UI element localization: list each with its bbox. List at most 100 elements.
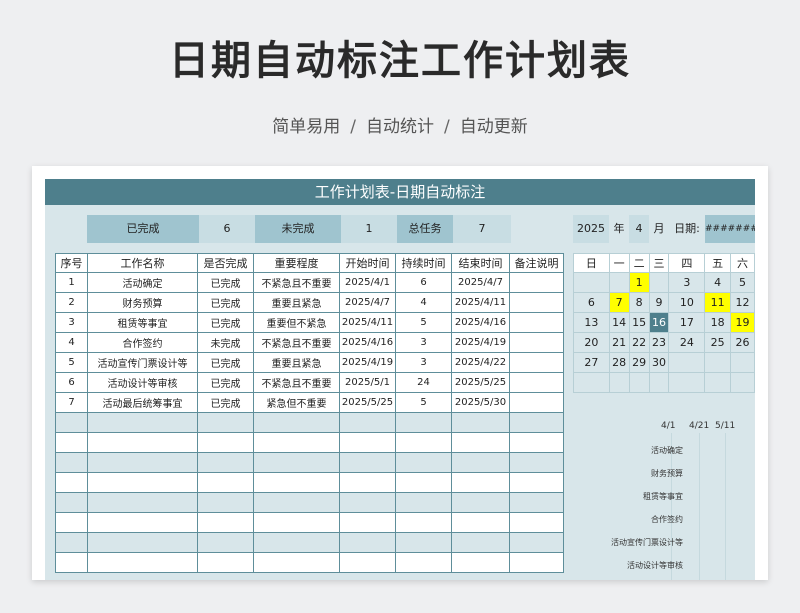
column-header[interactable]: 持续时间: [395, 253, 452, 273]
table-cell[interactable]: 合作签约: [87, 332, 198, 353]
empty-cell[interactable]: [87, 472, 198, 493]
year-cell[interactable]: 2025: [573, 215, 609, 243]
empty-cell[interactable]: [339, 432, 396, 453]
table-cell[interactable]: 6: [395, 272, 452, 293]
table-cell[interactable]: 2025/4/11: [451, 292, 510, 313]
table-cell[interactable]: [509, 372, 564, 393]
table-cell[interactable]: 租赁等事宜: [87, 312, 198, 333]
table-cell[interactable]: 已完成: [197, 352, 254, 373]
empty-cell[interactable]: [451, 432, 510, 453]
empty-cell[interactable]: [87, 532, 198, 553]
empty-cell[interactable]: [87, 552, 198, 573]
table-cell[interactable]: 2025/5/30: [451, 392, 510, 413]
calendar-day[interactable]: [668, 352, 706, 373]
calendar-day[interactable]: [648, 372, 670, 393]
table-cell[interactable]: [509, 352, 564, 373]
calendar-day[interactable]: 27: [573, 352, 610, 373]
table-cell[interactable]: 2025/4/7: [451, 272, 510, 293]
total-label-cell[interactable]: 总任务: [397, 215, 453, 243]
calendar-day[interactable]: 17: [668, 312, 706, 333]
empty-cell[interactable]: [55, 552, 88, 573]
empty-cell[interactable]: [87, 512, 198, 533]
empty-cell[interactable]: [451, 412, 510, 433]
table-cell[interactable]: 4: [55, 332, 88, 353]
table-cell[interactable]: 3: [395, 332, 452, 353]
calendar-day[interactable]: 16: [648, 312, 670, 333]
table-cell[interactable]: 紧急但不重要: [253, 392, 340, 413]
table-cell[interactable]: 已完成: [197, 372, 254, 393]
calendar-day[interactable]: [730, 352, 755, 373]
empty-cell[interactable]: [87, 412, 198, 433]
calendar-day[interactable]: 18: [704, 312, 732, 333]
table-cell[interactable]: 2: [55, 292, 88, 313]
empty-cell[interactable]: [395, 412, 452, 433]
calendar-day[interactable]: 28: [608, 352, 630, 373]
table-cell[interactable]: 已完成: [197, 292, 254, 313]
table-cell[interactable]: 重要且紧急: [253, 352, 340, 373]
calendar-day[interactable]: 1: [628, 272, 650, 293]
empty-cell[interactable]: [87, 492, 198, 513]
calendar-day[interactable]: [704, 352, 732, 373]
table-cell[interactable]: 已完成: [197, 392, 254, 413]
calendar-day[interactable]: 10: [668, 292, 706, 313]
table-cell[interactable]: 活动宣传门票设计等: [87, 352, 198, 373]
calendar-day[interactable]: 4: [704, 272, 732, 293]
table-cell[interactable]: 重要但不紧急: [253, 312, 340, 333]
table-cell[interactable]: 已完成: [197, 272, 254, 293]
table-cell[interactable]: 2025/4/11: [339, 312, 396, 333]
empty-cell[interactable]: [509, 532, 564, 553]
empty-cell[interactable]: [395, 532, 452, 553]
empty-cell[interactable]: [509, 432, 564, 453]
sheet-banner[interactable]: 工作计划表-日期自动标注: [45, 179, 755, 205]
empty-cell[interactable]: [339, 532, 396, 553]
pending-value-cell[interactable]: 1: [341, 215, 397, 243]
table-cell[interactable]: 2025/4/19: [339, 352, 396, 373]
empty-cell[interactable]: [339, 412, 396, 433]
column-header[interactable]: 是否完成: [197, 253, 254, 273]
calendar-day[interactable]: [668, 372, 706, 393]
empty-cell[interactable]: [451, 532, 510, 553]
total-value-cell[interactable]: 7: [453, 215, 511, 243]
calendar-day[interactable]: [573, 272, 610, 293]
calendar-day[interactable]: 11: [704, 292, 732, 313]
empty-cell[interactable]: [339, 512, 396, 533]
table-cell[interactable]: 5: [395, 392, 452, 413]
table-cell[interactable]: 2025/4/7: [339, 292, 396, 313]
empty-cell[interactable]: [253, 432, 340, 453]
date-value-cell[interactable]: ########: [705, 215, 755, 243]
calendar-day[interactable]: 22: [628, 332, 650, 353]
empty-cell[interactable]: [55, 432, 88, 453]
table-cell[interactable]: 24: [395, 372, 452, 393]
empty-cell[interactable]: [451, 492, 510, 513]
table-cell[interactable]: [509, 272, 564, 293]
empty-cell[interactable]: [395, 552, 452, 573]
column-header[interactable]: 序号: [55, 253, 88, 273]
completed-value-cell[interactable]: 6: [199, 215, 255, 243]
empty-cell[interactable]: [253, 472, 340, 493]
empty-cell[interactable]: [197, 492, 254, 513]
empty-cell[interactable]: [509, 512, 564, 533]
table-cell[interactable]: 3: [55, 312, 88, 333]
table-cell[interactable]: 1: [55, 272, 88, 293]
calendar-day[interactable]: 3: [668, 272, 706, 293]
calendar-day[interactable]: 21: [608, 332, 630, 353]
table-cell[interactable]: 2025/5/25: [339, 392, 396, 413]
table-cell[interactable]: 3: [395, 352, 452, 373]
empty-cell[interactable]: [197, 532, 254, 553]
table-cell[interactable]: 2025/5/25: [451, 372, 510, 393]
empty-cell[interactable]: [395, 492, 452, 513]
empty-cell[interactable]: [339, 452, 396, 473]
table-cell[interactable]: 5: [55, 352, 88, 373]
calendar-day[interactable]: 6: [573, 292, 610, 313]
empty-cell[interactable]: [197, 552, 254, 573]
calendar-day[interactable]: 30: [648, 352, 670, 373]
empty-cell[interactable]: [55, 452, 88, 473]
empty-cell[interactable]: [509, 552, 564, 573]
empty-cell[interactable]: [395, 432, 452, 453]
calendar-day[interactable]: [608, 272, 630, 293]
empty-cell[interactable]: [395, 452, 452, 473]
calendar-day[interactable]: 23: [648, 332, 670, 353]
table-cell[interactable]: 不紧急且不重要: [253, 272, 340, 293]
completed-label-cell[interactable]: 已完成: [87, 215, 199, 243]
calendar-day[interactable]: [573, 372, 610, 393]
